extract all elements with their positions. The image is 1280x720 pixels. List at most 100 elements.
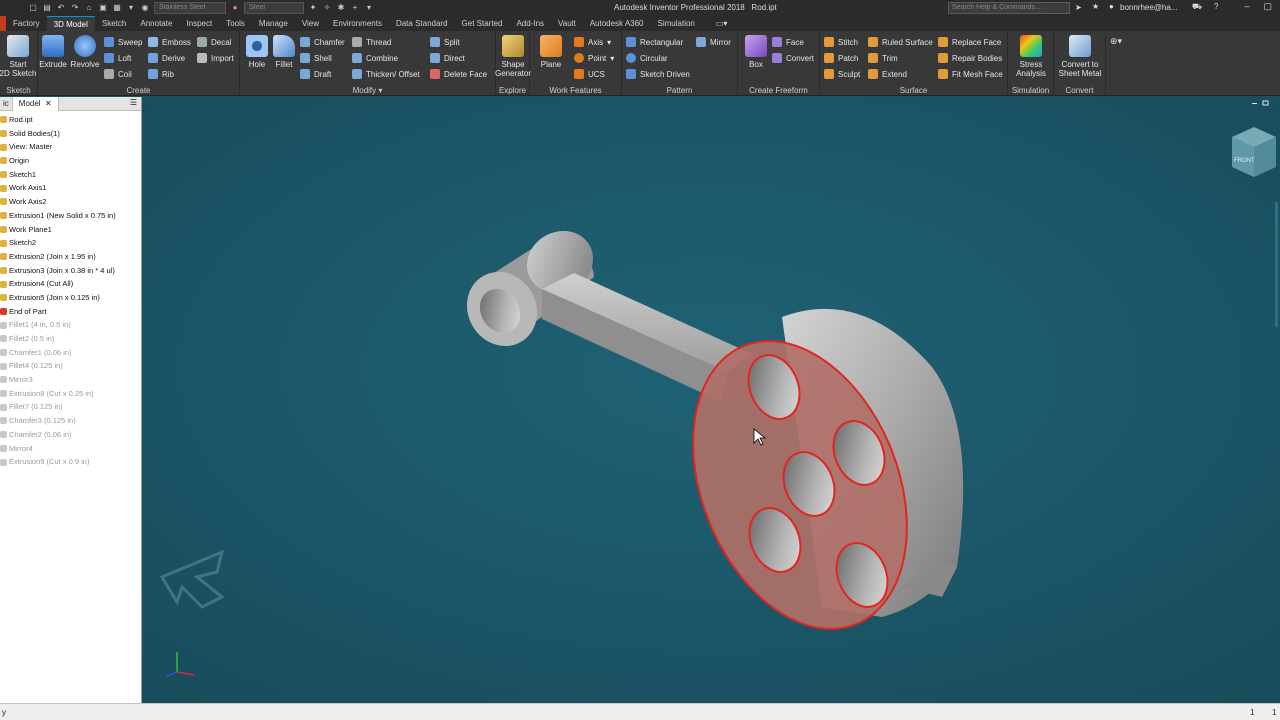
- home-icon[interactable]: ⌂: [84, 3, 94, 13]
- tab-annotate[interactable]: Annotate: [133, 16, 179, 31]
- sculpt-button[interactable]: Sculpt: [824, 68, 860, 80]
- material-combo[interactable]: Stainless Steel: [154, 2, 226, 14]
- browser-node[interactable]: Extrusion2 (Join x 1.95 in): [0, 250, 141, 264]
- browser-node[interactable]: Fillet2 (0.5 in): [0, 332, 141, 346]
- tab-view[interactable]: View: [295, 16, 326, 31]
- derive-button[interactable]: Derive: [148, 52, 185, 64]
- coil-button[interactable]: Coil: [104, 68, 132, 80]
- start-sketch-button[interactable]: Start 2D Sketch: [0, 35, 36, 78]
- search-help-input[interactable]: Search Help & Commands...: [948, 2, 1070, 14]
- browser-node[interactable]: Chamfer1 (0.06 in): [0, 346, 141, 360]
- extrude-button[interactable]: Extrude: [38, 35, 68, 69]
- panel-title-modify[interactable]: Modify ▾: [240, 86, 495, 95]
- browser-node[interactable]: Origin: [0, 154, 141, 168]
- tab-get-started[interactable]: Get Started: [455, 16, 510, 31]
- tab-simulation[interactable]: Simulation: [651, 16, 702, 31]
- ucs-button[interactable]: UCS: [574, 68, 605, 80]
- fit-mesh-face-button[interactable]: Fit Mesh Face: [938, 68, 1003, 80]
- browser-tab-model[interactable]: Model ✕: [11, 96, 59, 111]
- viewcube[interactable]: FRONT: [1232, 127, 1276, 177]
- tab-environments[interactable]: Environments: [326, 16, 389, 31]
- qa-more-icon[interactable]: ▾: [364, 3, 374, 13]
- browser-node[interactable]: Fillet1 (4 in, 0.5 in): [0, 318, 141, 332]
- minimize-icon[interactable]: –: [1244, 1, 1249, 12]
- chamfer-button[interactable]: Chamfer: [300, 36, 345, 48]
- combine-button[interactable]: Combine: [352, 52, 398, 64]
- browser-node[interactable]: Sketch1: [0, 168, 141, 182]
- point-button[interactable]: Point ▾: [574, 52, 614, 64]
- browser-node[interactable]: Extrusion1 (New Solid x 0.75 in): [0, 209, 141, 223]
- browser-node[interactable]: Extrusion9 (Cut x 0.9 in): [0, 455, 141, 469]
- circular-pattern-button[interactable]: Circular: [626, 52, 668, 64]
- browser-node[interactable]: End of Part: [0, 305, 141, 319]
- decal-button[interactable]: Decal: [197, 36, 231, 48]
- extend-button[interactable]: Extend: [868, 68, 907, 80]
- print-icon[interactable]: ▦: [112, 3, 122, 13]
- browser-node[interactable]: Extrusion3 (Join x 0.38 in * 4 ul): [0, 264, 141, 278]
- trim-button[interactable]: Trim: [868, 52, 898, 64]
- browser-node[interactable]: View: Master: [0, 140, 141, 154]
- tab-autodesk-a360[interactable]: Autodesk A360: [583, 16, 651, 31]
- split-button[interactable]: Split: [430, 36, 460, 48]
- browser-node[interactable]: Chamfer2 (0.06 in): [0, 428, 141, 442]
- navigation-bar[interactable]: [1275, 202, 1278, 327]
- browser-node[interactable]: Rod.ipt: [0, 113, 141, 127]
- browser-node[interactable]: Extrusion8 (Cut x 0.25 in): [0, 387, 141, 401]
- stitch-button[interactable]: Stitch: [824, 36, 858, 48]
- browser-menu-icon[interactable]: ☰: [130, 98, 137, 107]
- plane-button[interactable]: Plane: [536, 35, 566, 69]
- tab-3d-model[interactable]: 3D Model: [46, 16, 95, 31]
- new-icon[interactable]: ▢: [28, 3, 38, 13]
- redo-icon[interactable]: ↷: [70, 3, 80, 13]
- tab-vault[interactable]: Vault: [551, 16, 583, 31]
- rectangular-pattern-button[interactable]: Rectangular: [626, 36, 683, 48]
- tab-add-ins[interactable]: Add-Ins: [509, 16, 551, 31]
- tab-inspect[interactable]: Inspect: [179, 16, 219, 31]
- revolve-button[interactable]: Revolve: [69, 35, 101, 69]
- emboss-button[interactable]: Emboss: [148, 36, 191, 48]
- user-account[interactable]: bonnrhee@ha...: [1120, 3, 1178, 12]
- convert-to-sheet-metal-button[interactable]: Convert to Sheet Metal: [1056, 35, 1104, 78]
- ruled-surface-button[interactable]: Ruled Surface: [868, 36, 933, 48]
- box-button[interactable]: Box: [742, 35, 770, 69]
- browser-node[interactable]: Fillet4 (0.125 in): [0, 359, 141, 373]
- browser-node[interactable]: Extrusion5 (Join x 0.125 in): [0, 291, 141, 305]
- signin-arrow-icon[interactable]: ➤: [1075, 3, 1082, 12]
- import-button[interactable]: Import: [197, 52, 234, 64]
- browser-node[interactable]: Mirror4: [0, 442, 141, 456]
- browser-node[interactable]: Mirror3: [0, 373, 141, 387]
- convert-button[interactable]: Convert: [772, 52, 814, 64]
- tab-manage[interactable]: Manage: [252, 16, 295, 31]
- direct-button[interactable]: Direct: [430, 52, 465, 64]
- ribbon-toggle-icon[interactable]: ▭▾: [716, 19, 728, 28]
- undo-icon[interactable]: ↶: [56, 3, 66, 13]
- cart-icon[interactable]: ⛟: [1192, 2, 1202, 12]
- maximize-icon[interactable]: ▢: [1263, 1, 1272, 12]
- delete-face-button[interactable]: Delete Face: [430, 68, 487, 80]
- browser-node[interactable]: Solid Bodies(1): [0, 127, 141, 141]
- update-icon[interactable]: ◉: [140, 3, 150, 13]
- save-icon[interactable]: ▣: [98, 3, 108, 13]
- close-icon[interactable]: ✕: [45, 99, 52, 108]
- face-button[interactable]: Face: [772, 36, 804, 48]
- select-icon[interactable]: ▾: [126, 3, 136, 13]
- browser-node[interactable]: Work Plane1: [0, 223, 141, 237]
- ribbon-options-icon[interactable]: ⊕▾: [1110, 36, 1122, 47]
- parameters-icon[interactable]: ✱: [336, 3, 346, 13]
- clear-icon[interactable]: ✦: [308, 3, 318, 13]
- model-canvas[interactable]: FRONT: [142, 97, 1280, 703]
- patch-button[interactable]: Patch: [824, 52, 858, 64]
- fillet-button[interactable]: Fillet: [271, 35, 297, 69]
- browser-node[interactable]: Fillet7 (0.125 in): [0, 400, 141, 414]
- graphics-viewport[interactable]: FRONT: [142, 97, 1280, 703]
- browser-tab-left[interactable]: ic: [0, 97, 12, 111]
- tab-factory[interactable]: Factory: [6, 16, 47, 31]
- axis-button[interactable]: Axis ▾: [574, 36, 611, 48]
- user-icon[interactable]: ●: [1109, 2, 1114, 11]
- thicken-offset-button[interactable]: Thicken/ Offset: [352, 68, 420, 80]
- tab-tools[interactable]: Tools: [219, 16, 252, 31]
- mirror-button[interactable]: Mirror: [696, 36, 731, 48]
- loft-button[interactable]: Loft: [104, 52, 131, 64]
- tab-data-standard[interactable]: Data Standard: [389, 16, 455, 31]
- star-icon[interactable]: ★: [1092, 2, 1099, 11]
